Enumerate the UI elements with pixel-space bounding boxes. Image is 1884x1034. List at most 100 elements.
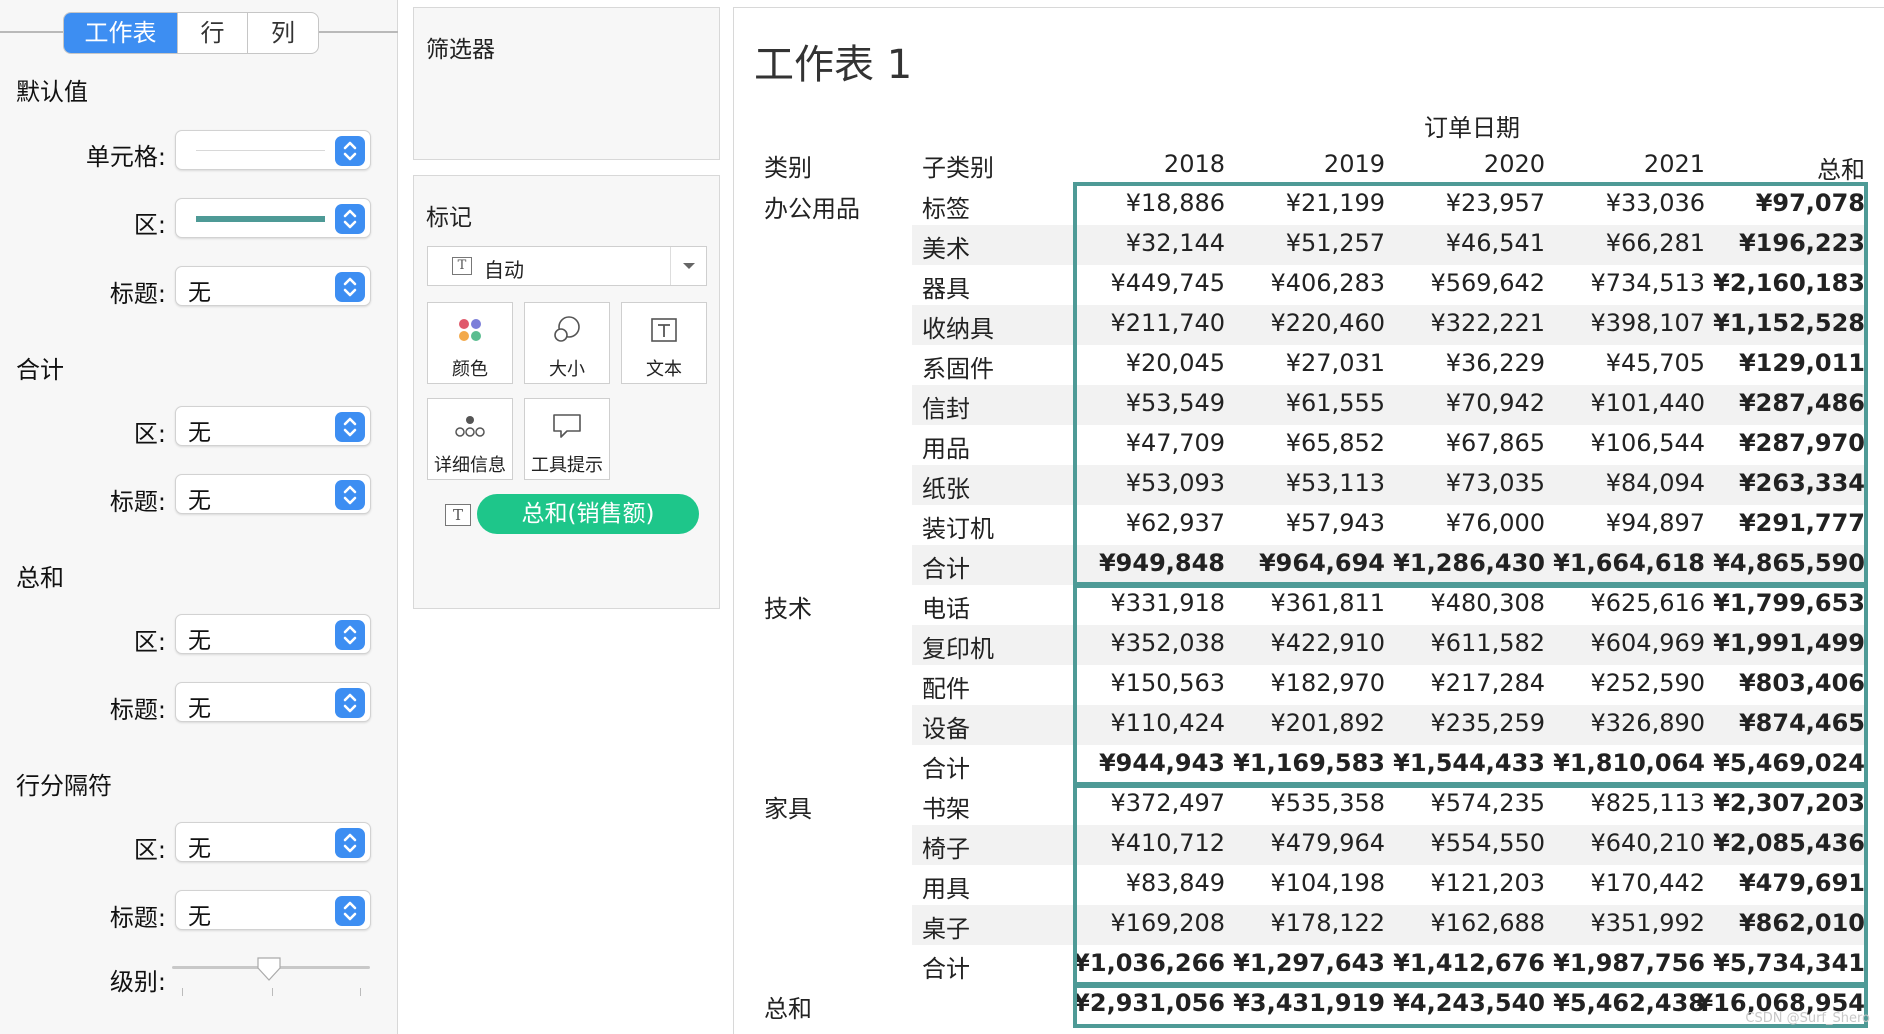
area-line-select[interactable] [175, 198, 371, 238]
subcategory-label[interactable]: 书架 [922, 789, 970, 824]
tab-divider-line [0, 31, 63, 33]
subcategory-label[interactable]: 系固件 [922, 349, 994, 384]
grand-totals-header-select[interactable]: 无 [175, 682, 371, 722]
subtotal-label[interactable]: 合计 [922, 549, 970, 584]
text-icon [622, 313, 706, 347]
column-header[interactable]: 总和 [1665, 150, 1865, 185]
chevron-updown-icon [335, 272, 365, 302]
subcategory-label[interactable]: 装订机 [922, 509, 994, 544]
chevron-updown-icon [335, 204, 365, 234]
subtotal-label[interactable]: 合计 [922, 749, 970, 784]
select-value: 无 [188, 836, 211, 862]
detail-button-label: 详细信息 [434, 455, 506, 476]
category-label[interactable]: 家具 [764, 789, 812, 824]
header-line-select[interactable]: 无 [175, 266, 371, 306]
subcategory-label[interactable]: 设备 [922, 709, 970, 744]
chevron-updown-icon [335, 412, 365, 442]
watermark: CSDN @Surf_Shero [1745, 1011, 1870, 1026]
select-value: 无 [188, 488, 211, 514]
tab-columns[interactable]: 列 [248, 13, 318, 53]
section-totals-title: 合计 [16, 356, 64, 384]
text-button-label: 文本 [646, 359, 682, 380]
color-button-label: 颜色 [452, 359, 488, 380]
category-outline [1073, 182, 1868, 588]
sales-sum-pill[interactable]: 总和(销售额) [477, 494, 699, 534]
level-slider-handle[interactable] [256, 956, 282, 982]
format-pane: 工作表 行 列 默认值 单元格: 区: 标题: 无 合计 区: 无 标题: 无 … [0, 0, 398, 1034]
chevron-updown-icon [335, 828, 365, 858]
detail-dots-icon [428, 409, 512, 443]
totals-area-select[interactable]: 无 [175, 406, 371, 446]
tooltip-icon [525, 409, 609, 443]
marks-title: 标记 [426, 205, 472, 231]
chevron-updown-icon [335, 136, 365, 166]
area-label: 区: [133, 420, 166, 448]
mark-type-dropdown[interactable]: T 自动 [427, 246, 707, 286]
select-value: 无 [188, 628, 211, 654]
marks-card: 标记 T 自动 颜色 大小 文本 详细信息 工具提示 T 总和(销售额) [413, 175, 720, 609]
subcategory-label[interactable]: 器具 [922, 269, 970, 304]
select-value: 无 [188, 904, 211, 930]
subtotal-label[interactable]: 合计 [922, 949, 970, 984]
header-label: 标题: [109, 904, 166, 932]
color-dots-icon [428, 313, 512, 347]
category-label[interactable]: 技术 [764, 589, 812, 624]
cell-line-select[interactable] [175, 130, 371, 170]
filters-card[interactable]: 筛选器 [413, 7, 720, 160]
tooltip-button[interactable]: 工具提示 [524, 398, 610, 480]
tab-divider-line [318, 31, 398, 33]
chevron-updown-icon [335, 620, 365, 650]
area-label: 区: [133, 628, 166, 656]
text-icon: T [452, 257, 472, 275]
subcategory-label[interactable]: 收纳具 [922, 309, 994, 344]
grand-total-label[interactable]: 总和 [764, 989, 812, 1024]
category-label[interactable]: 办公用品 [764, 189, 860, 224]
subcategory-label[interactable]: 纸张 [922, 469, 970, 504]
chevron-updown-icon [335, 688, 365, 718]
header-label: 标题: [109, 488, 166, 516]
size-circles-icon [525, 313, 609, 347]
subcategory-label[interactable]: 椅子 [922, 829, 970, 864]
detail-button[interactable]: 详细信息 [427, 398, 513, 480]
subcategory-label[interactable]: 复印机 [922, 629, 994, 664]
format-tabs: 工作表 行 列 [63, 12, 319, 54]
text-button[interactable]: 文本 [621, 302, 707, 384]
subcategory-label[interactable]: 电话 [922, 589, 970, 624]
slider-tick [360, 988, 361, 996]
header-label: 标题: [109, 280, 166, 308]
subcategory-label[interactable]: 美术 [922, 229, 970, 264]
slider-tick [272, 988, 273, 996]
area-label: 区: [133, 836, 166, 864]
tab-sheet[interactable]: 工作表 [64, 13, 178, 53]
worksheet-title: 工作表 1 [754, 42, 913, 88]
tab-rows[interactable]: 行 [178, 13, 248, 53]
subcategory-label[interactable]: 桌子 [922, 909, 970, 944]
section-row-divider-title: 行分隔符 [16, 772, 112, 800]
subcategory-label[interactable]: 用具 [922, 869, 970, 904]
subcategory-label[interactable]: 信封 [922, 389, 970, 424]
chevron-updown-icon [335, 896, 365, 926]
size-button-label: 大小 [549, 359, 585, 380]
subcategory-label[interactable]: 用品 [922, 429, 970, 464]
size-button[interactable]: 大小 [524, 302, 610, 384]
subcategory-label[interactable]: 标签 [922, 189, 970, 224]
tooltip-button-label: 工具提示 [531, 455, 603, 476]
select-value: 无 [188, 696, 211, 722]
cell-label: 单元格: [85, 143, 166, 171]
row-divider-area-select[interactable]: 无 [175, 822, 371, 862]
totals-header-select[interactable]: 无 [175, 474, 371, 514]
category-outline [1073, 782, 1868, 988]
chevron-updown-icon [335, 480, 365, 510]
chevron-down-icon [670, 247, 706, 285]
row-header-subcategory: 子类别 [922, 154, 994, 182]
section-grand-totals-title: 总和 [16, 564, 64, 592]
grand-totals-area-select[interactable]: 无 [175, 614, 371, 654]
area-label: 区: [133, 211, 166, 239]
section-default-title: 默认值 [16, 78, 88, 106]
subcategory-label[interactable]: 配件 [922, 669, 970, 704]
header-label: 标题: [109, 696, 166, 724]
category-outline [1073, 582, 1868, 788]
row-divider-header-select[interactable]: 无 [175, 890, 371, 930]
color-button[interactable]: 颜色 [427, 302, 513, 384]
text-icon: T [445, 504, 471, 526]
